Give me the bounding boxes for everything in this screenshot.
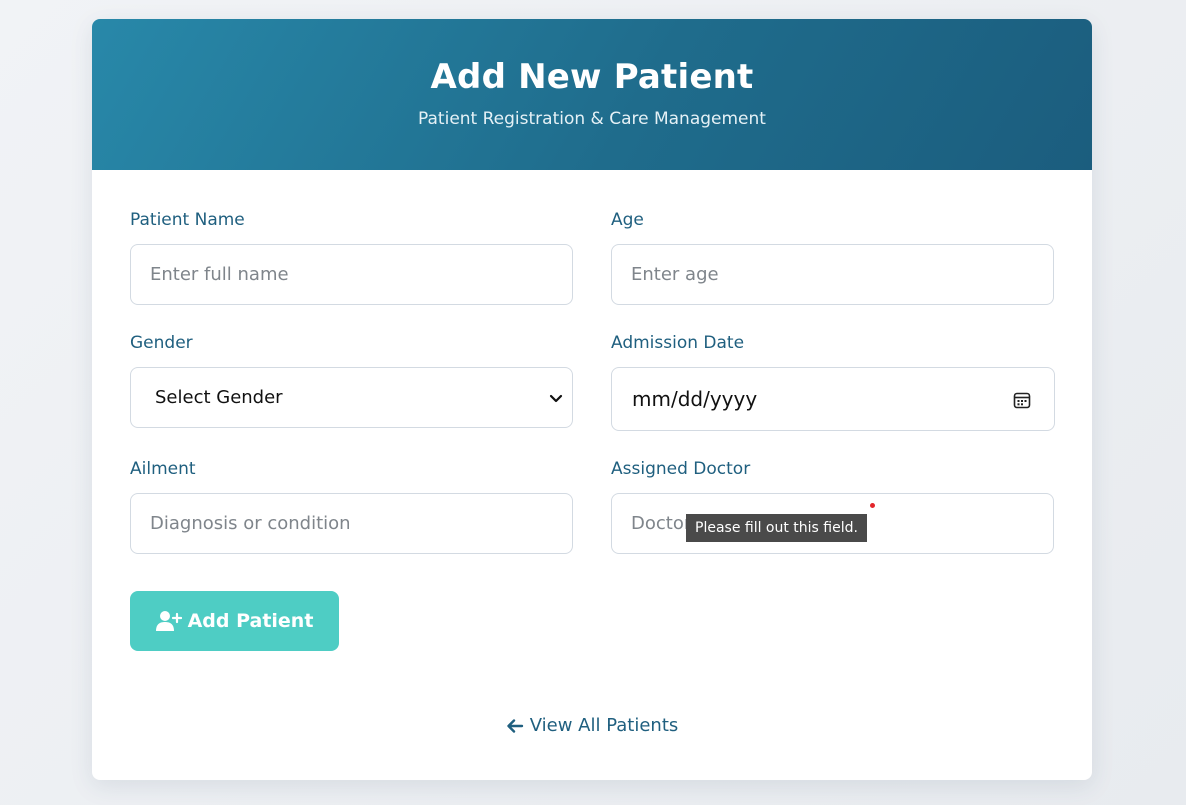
admission-date-label: Admission Date bbox=[611, 333, 745, 353]
assigned-doctor-label: Assigned Doctor bbox=[611, 459, 751, 479]
required-indicator bbox=[870, 503, 875, 508]
arrow-left-icon bbox=[507, 718, 523, 733]
add-patient-button[interactable]: Add Patient bbox=[130, 591, 339, 651]
patient-name-input[interactable] bbox=[130, 244, 573, 305]
add-patient-card: Add New Patient Patient Registration & C… bbox=[92, 19, 1092, 780]
chevron-down-icon bbox=[549, 394, 563, 403]
ailment-label: Ailment bbox=[130, 459, 196, 479]
age-input[interactable] bbox=[611, 244, 1054, 305]
gender-label: Gender bbox=[130, 333, 193, 353]
page-title: Add New Patient bbox=[430, 57, 754, 97]
admission-date-placeholder: mm/dd/yyyy bbox=[632, 387, 758, 411]
card-header: Add New Patient Patient Registration & C… bbox=[92, 19, 1092, 170]
add-patient-button-label: Add Patient bbox=[187, 610, 314, 632]
ailment-input[interactable] bbox=[130, 493, 573, 554]
age-label: Age bbox=[611, 210, 644, 230]
calendar-icon[interactable] bbox=[1012, 390, 1032, 410]
page-subtitle: Patient Registration & Care Management bbox=[418, 109, 766, 129]
patient-name-label: Patient Name bbox=[130, 210, 245, 230]
gender-select[interactable]: Select Gender bbox=[130, 367, 573, 428]
view-all-patients-link[interactable]: View All Patients bbox=[92, 715, 1092, 736]
view-all-patients-label: View All Patients bbox=[529, 715, 679, 736]
validation-tooltip: Please fill out this field. bbox=[686, 514, 867, 542]
user-plus-icon bbox=[155, 611, 182, 631]
admission-date-input[interactable]: mm/dd/yyyy bbox=[611, 367, 1055, 431]
gender-selected-value: Select Gender bbox=[155, 387, 283, 408]
